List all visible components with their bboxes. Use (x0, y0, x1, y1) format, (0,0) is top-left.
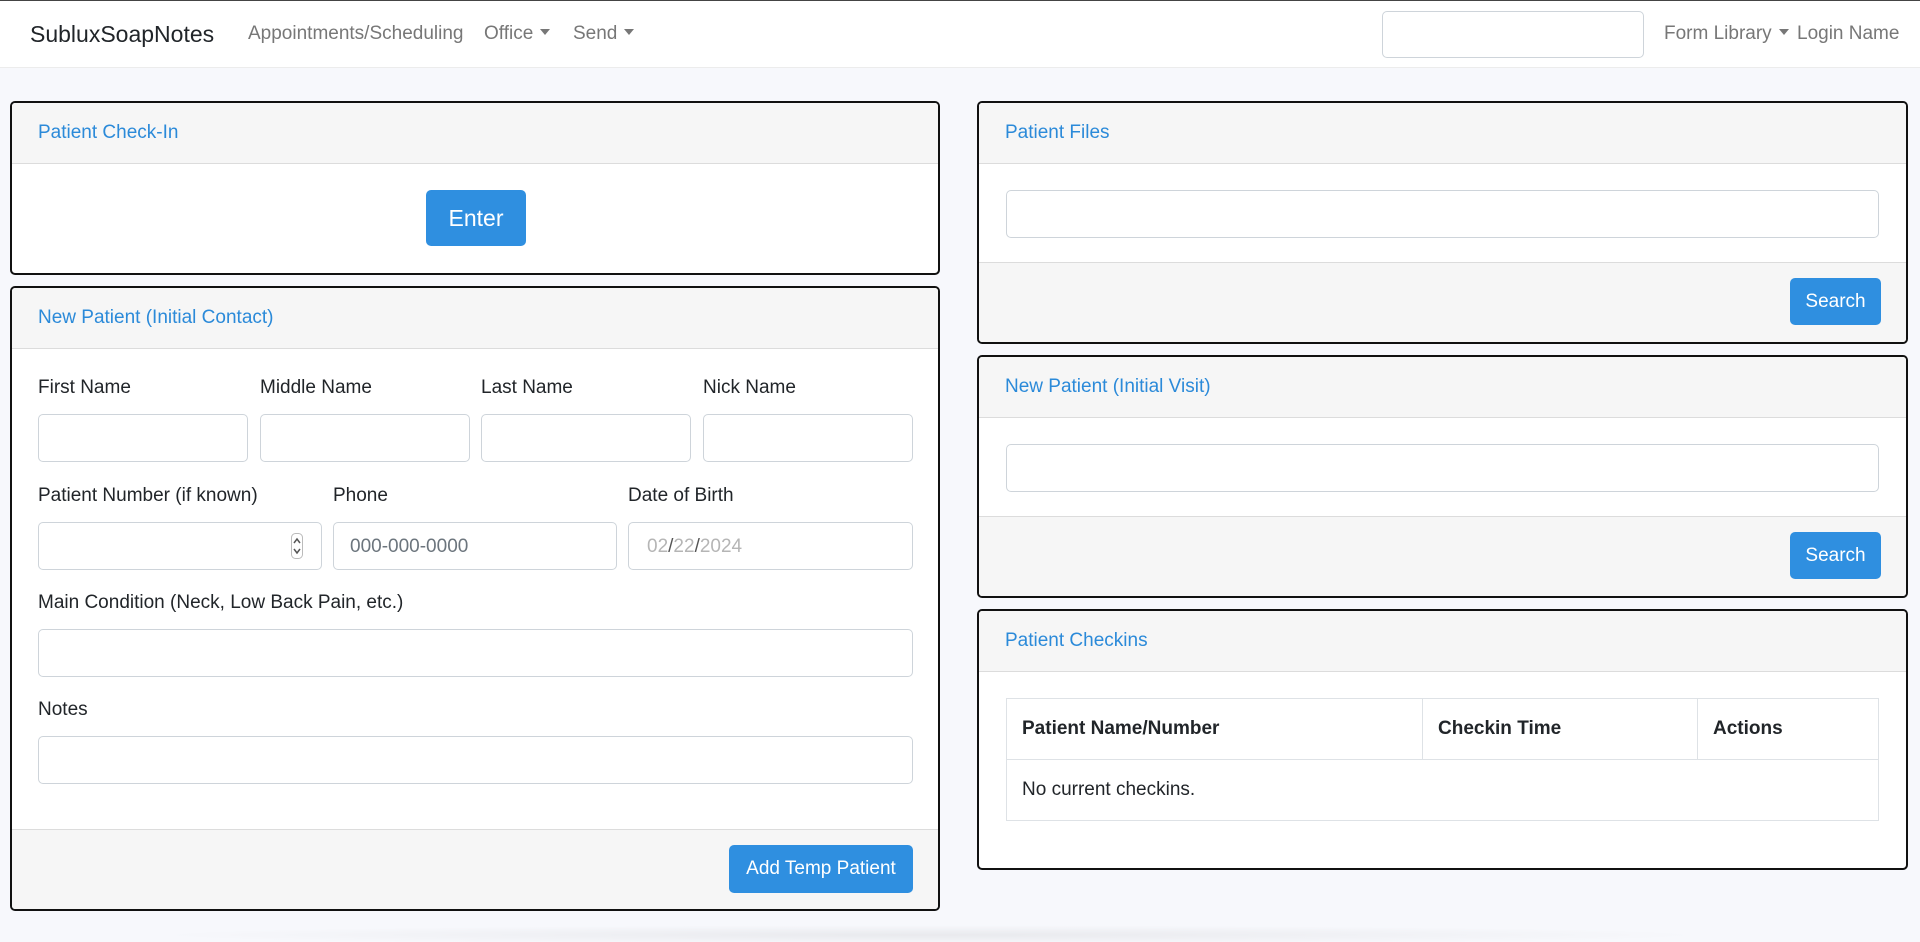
patient-number-field[interactable] (38, 522, 322, 570)
last-name-label: Last Name (481, 377, 573, 398)
chevron-down-icon (624, 29, 635, 35)
column-header-checkin-time: Checkin Time (1422, 698, 1698, 760)
card-title: Patient Check-In (38, 122, 179, 143)
card-header: Patient Checkins (979, 611, 1906, 672)
patient-checkin-card: Patient Check-In Enter (10, 101, 940, 275)
empty-table-message: No current checkins. (1006, 759, 1879, 821)
number-spinner-icon[interactable] (291, 533, 303, 559)
column-header-patient: Patient Name/Number (1006, 698, 1423, 760)
dob-value: 02/22/2024 (647, 536, 742, 558)
phone-placeholder: 000-000-0000 (350, 536, 469, 557)
card-footer: Search (979, 516, 1906, 596)
chevron-down-icon (1778, 29, 1789, 35)
add-temp-patient-button[interactable]: Add Temp Patient (729, 845, 913, 893)
chevron-down-icon (540, 29, 551, 35)
new-patient-visit-search-input[interactable] (1006, 444, 1879, 492)
card-header: Patient Files (979, 103, 1906, 164)
page-bottom-shadow (140, 925, 1720, 942)
first-name-field[interactable] (38, 414, 248, 462)
nav-office-dropdown[interactable]: Office (484, 23, 551, 45)
notes-label: Notes (38, 699, 88, 720)
card-footer: Search (979, 262, 1906, 342)
main-condition-field[interactable] (38, 629, 913, 677)
column-header-actions: Actions (1697, 698, 1879, 760)
checkins-table: Patient Name/Number Checkin Time Actions… (1006, 698, 1879, 821)
top-navbar: SubluxSoapNotes Appointments/Scheduling … (0, 1, 1920, 68)
card-title: New Patient (Initial Visit) (1005, 376, 1211, 397)
nav-send-dropdown[interactable]: Send (573, 23, 635, 45)
card-header: New Patient (Initial Visit) (979, 357, 1906, 418)
card-title: New Patient (Initial Contact) (38, 307, 274, 328)
last-name-field[interactable] (481, 414, 691, 462)
card-footer: Add Temp Patient (12, 829, 938, 909)
patient-files-card: Patient Files Search (977, 101, 1908, 344)
nav-form-library-dropdown[interactable]: Form Library (1664, 23, 1789, 45)
navbar-search-input[interactable] (1382, 11, 1644, 58)
dob-day: 22 (673, 536, 695, 557)
card-header: Patient Check-In (12, 103, 938, 164)
phone-label: Phone (333, 485, 388, 506)
patient-files-search-input[interactable] (1006, 190, 1879, 238)
patient-files-search-button[interactable]: Search (1790, 278, 1881, 325)
nav-appointments[interactable]: Appointments/Scheduling (248, 23, 463, 45)
patient-number-label: Patient Number (if known) (38, 485, 258, 506)
dob-year: 2024 (699, 536, 743, 557)
nav-login[interactable]: Login Name (1797, 23, 1899, 45)
patient-checkins-card: Patient Checkins Patient Name/Number Che… (977, 609, 1908, 870)
dob-field[interactable]: 02/22/2024 (628, 522, 913, 570)
phone-field[interactable]: 000-000-0000 (333, 522, 617, 570)
table-row: No current checkins. (1006, 759, 1879, 821)
new-patient-contact-card: New Patient (Initial Contact) First Name… (10, 286, 940, 911)
card-header: New Patient (Initial Contact) (12, 288, 938, 349)
card-title: Patient Files (1005, 122, 1110, 143)
nav-form-library-label: Form Library (1664, 23, 1772, 44)
nick-name-label: Nick Name (703, 377, 796, 398)
first-name-label: First Name (38, 377, 131, 398)
notes-field[interactable] (38, 736, 913, 784)
main-condition-label: Main Condition (Neck, Low Back Pain, etc… (38, 592, 404, 613)
middle-name-field[interactable] (260, 414, 470, 462)
middle-name-label: Middle Name (260, 377, 372, 398)
nick-name-field[interactable] (703, 414, 913, 462)
nav-send-label: Send (573, 23, 618, 44)
table-header-row: Patient Name/Number Checkin Time Actions (1006, 698, 1879, 760)
new-patient-visit-search-button[interactable]: Search (1790, 532, 1881, 579)
card-title: Patient Checkins (1005, 630, 1148, 651)
enter-button[interactable]: Enter (426, 190, 526, 246)
dob-month: 02 (647, 536, 669, 557)
nav-office-label: Office (484, 23, 534, 44)
dob-label: Date of Birth (628, 485, 734, 506)
brand-logo[interactable]: SubluxSoapNotes (30, 21, 214, 48)
new-patient-visit-card: New Patient (Initial Visit) Search (977, 355, 1908, 598)
